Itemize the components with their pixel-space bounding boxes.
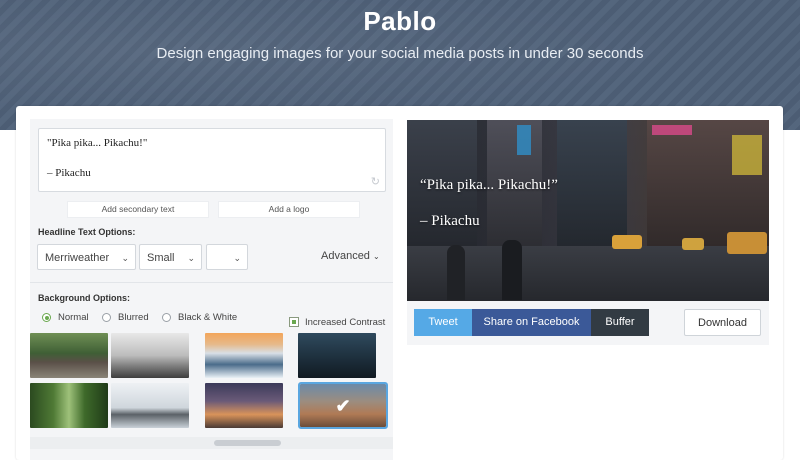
taxi-shape	[727, 232, 767, 254]
pedestrian-shape	[502, 240, 522, 300]
background-thumbnail-selected[interactable]: ✔	[298, 382, 388, 429]
billboard-shape	[517, 125, 531, 155]
background-thumbnail[interactable]	[111, 333, 189, 378]
download-button[interactable]: Download	[684, 309, 761, 336]
increased-contrast-label: Increased Contrast	[305, 317, 386, 328]
background-thumbnail[interactable]	[30, 333, 108, 378]
radio-blurred-label: Blurred	[118, 312, 149, 323]
pedestrian-shape	[447, 245, 465, 300]
buffer-button[interactable]: Buffer	[591, 309, 649, 336]
radio-black-white[interactable]	[162, 313, 171, 322]
preview-quote: “Pika pika... Pikachu!”	[420, 177, 558, 193]
billboard-shape	[732, 135, 762, 175]
background-thumbnail[interactable]	[298, 333, 376, 378]
author-text-line: – Pikachu	[47, 167, 91, 179]
radio-blurred[interactable]	[102, 313, 111, 322]
font-select-value: Merriweather	[45, 252, 110, 264]
chevron-down-icon: ⌄	[233, 253, 241, 263]
chevron-down-icon: ⌄	[121, 253, 129, 263]
checkmark-icon: ✔	[335, 396, 351, 416]
background-thumbnail[interactable]	[111, 383, 189, 428]
section-divider	[30, 282, 393, 283]
thumbnail-scrollbar-track[interactable]	[30, 437, 393, 449]
radio-normal[interactable]	[42, 313, 51, 322]
tweet-button[interactable]: Tweet	[414, 309, 472, 336]
advanced-toggle[interactable]: Advanced ⌄	[321, 250, 380, 262]
increased-contrast-checkbox[interactable]	[289, 317, 299, 327]
preview-image	[407, 120, 769, 301]
preview-author: – Pikachu	[420, 213, 480, 229]
chevron-down-icon: ⌄	[373, 252, 380, 261]
color-select[interactable]: ⌄	[206, 244, 248, 270]
chevron-down-icon: ⌄	[187, 253, 195, 263]
quote-text-line: "Pika pika... Pikachu!"	[47, 137, 148, 149]
taxi-shape	[682, 238, 704, 250]
background-thumbnail[interactable]	[205, 383, 283, 428]
taxi-shape	[612, 235, 642, 249]
billboard-shape	[652, 125, 692, 135]
add-logo-button[interactable]: Add a logo	[218, 201, 360, 218]
thumbnail-scrollbar-thumb[interactable]	[214, 440, 281, 446]
add-secondary-text-button[interactable]: Add secondary text	[67, 201, 209, 218]
radio-black-white-label: Black & White	[178, 312, 238, 323]
size-select[interactable]: Small ⌄	[139, 244, 202, 270]
quote-textarea[interactable]: "Pika pika... Pikachu!" – Pikachu ↻	[38, 128, 386, 192]
share-facebook-button[interactable]: Share on Facebook	[472, 309, 591, 336]
app-tagline: Design engaging images for your social m…	[156, 45, 644, 62]
background-thumbnail[interactable]	[205, 333, 283, 378]
refresh-icon[interactable]: ↻	[371, 175, 380, 188]
font-select[interactable]: Merriweather ⌄	[37, 244, 136, 270]
radio-normal-label: Normal	[58, 312, 89, 323]
background-options-label: Background Options:	[38, 293, 130, 303]
size-select-value: Small	[147, 252, 175, 264]
background-thumbnail[interactable]	[30, 383, 108, 428]
advanced-label: Advanced	[321, 250, 370, 262]
app-title: Pablo	[363, 6, 437, 36]
headline-options-label: Headline Text Options:	[38, 227, 136, 237]
